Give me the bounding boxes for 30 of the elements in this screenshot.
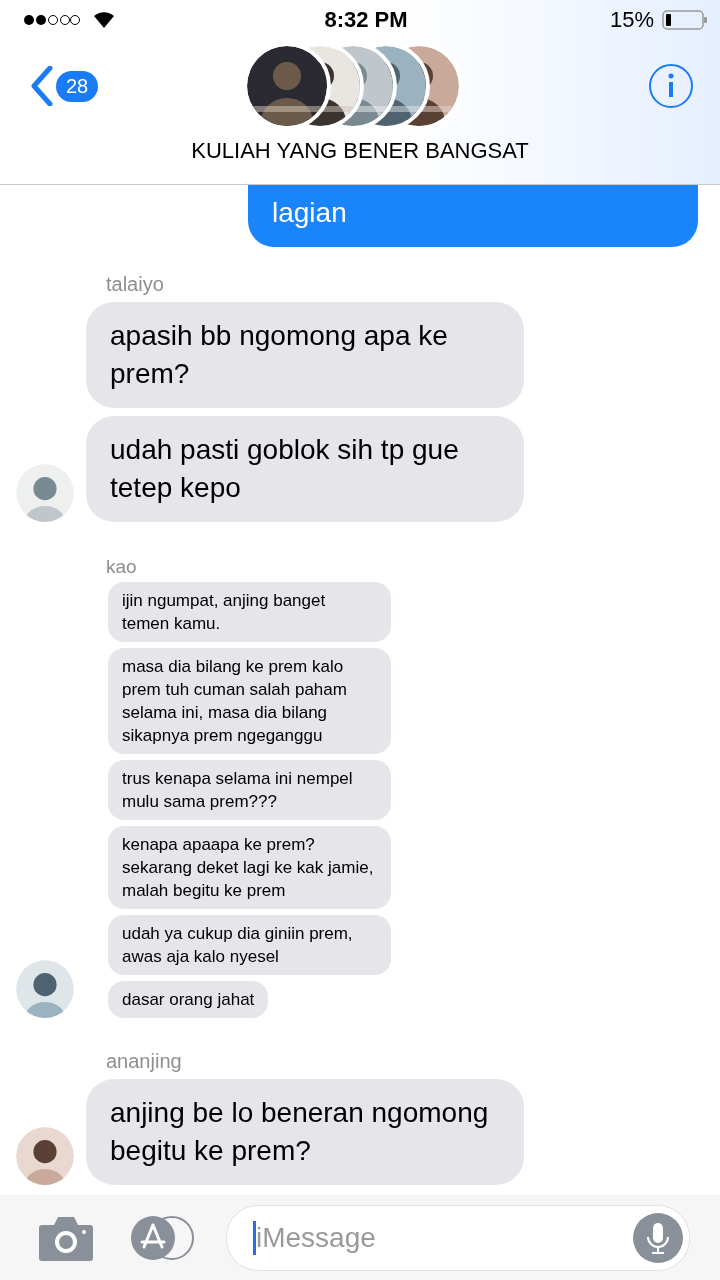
app-store-icon [130,1214,196,1261]
received-message: udah ya cukup dia giniin prem, awas aja kalo nyesel [108,915,391,975]
info-button[interactable] [648,63,694,109]
received-message: ijin ngumpat, anjing banget temen kamu. [108,582,391,642]
unread-count: 28 [56,70,99,102]
camera-icon [38,1214,94,1261]
back-button[interactable]: 28 [30,66,99,106]
sender-name: ananjing [106,1050,183,1073]
chevron-left-icon [30,66,54,106]
camera-button[interactable] [38,1214,94,1261]
microphone-icon [633,1212,683,1263]
battery-percent: 15% [609,7,654,33]
received-message: trus kenapa selama ini nempel mulu sama prem??? [108,760,391,820]
received-message: dasar orang jahat [108,981,269,1018]
sender-name: talaiyo [106,273,165,296]
received-message: masa dia bilang ke prem kalo prem tuh cuman salah paham selama ini, masa dia bilang sikapnya prem ngeganggu [108,648,391,754]
message-field[interactable]: iMessage [226,1204,690,1271]
received-message: kenapa apaapa ke prem? sekarang deket lagi ke kak jamie, malah begitu ke prem [108,826,391,909]
chat-title: KULIAH YANG BENER BANGSAT [190,138,530,164]
signal-icon [24,14,80,26]
sender-name: kao [106,556,138,578]
received-message: anjing be lo beneran ngomong begitu ke prem? [86,1079,524,1185]
received-message: udah pasti goblok sih tp gue tetep kepo [86,416,524,522]
status-time: 8:32 PM [324,7,408,33]
wifi-icon [92,11,116,29]
info-icon [648,63,694,109]
battery-icon [662,10,708,30]
received-message: apasih bb ngomong apa ke prem? [86,302,524,408]
app-store-button[interactable] [130,1214,196,1261]
sent-message: lagian [248,185,698,247]
